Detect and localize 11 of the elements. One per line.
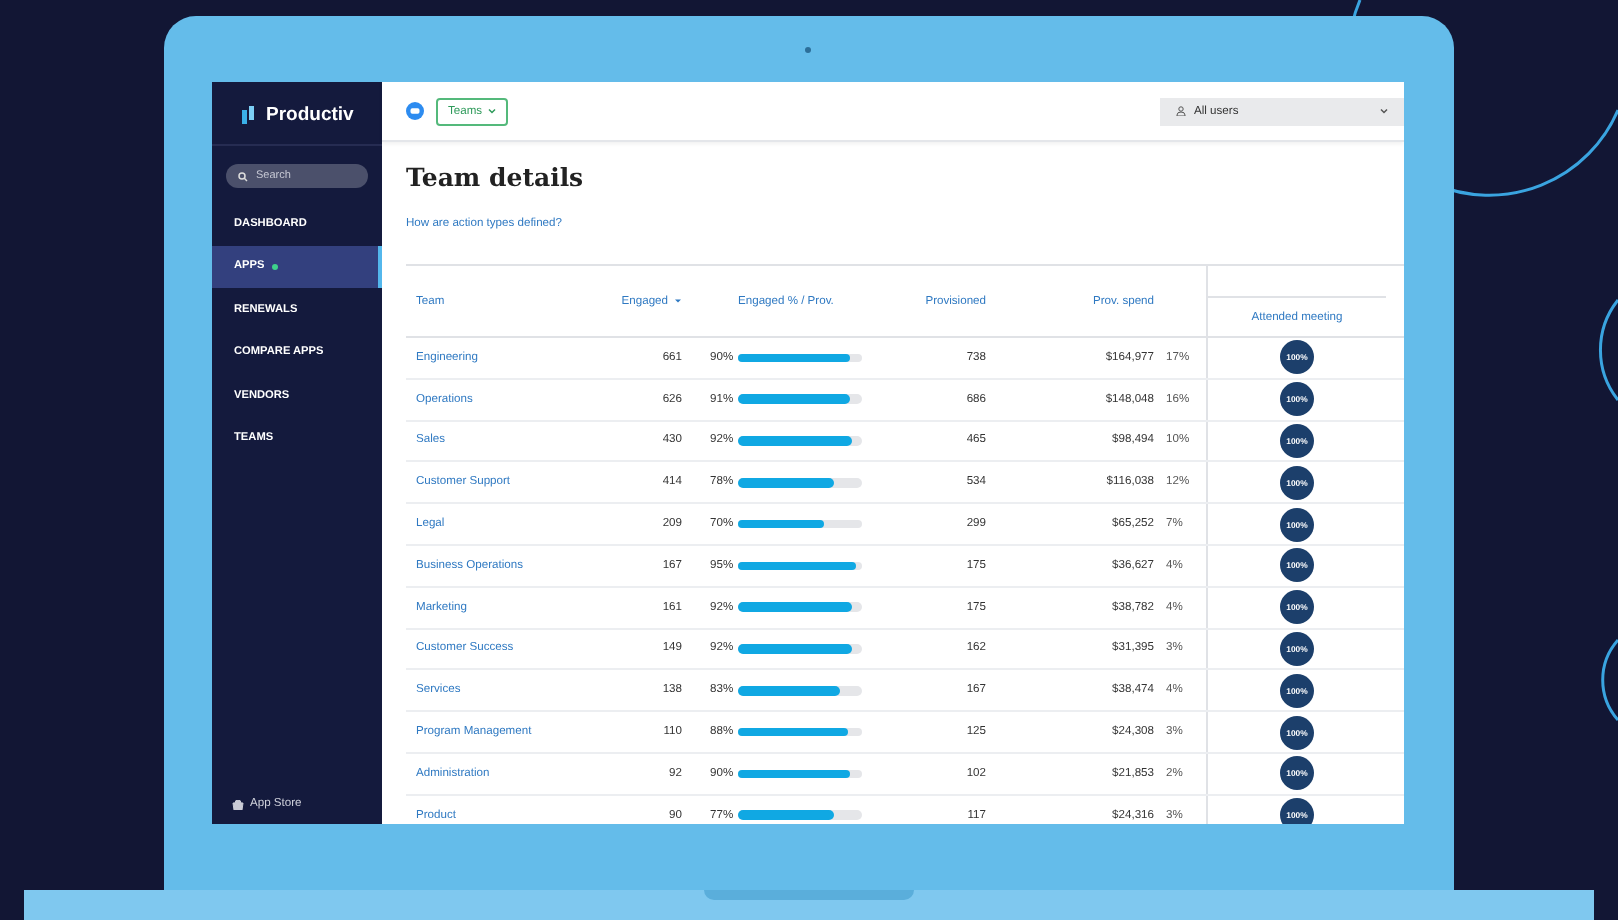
sort-icon: [674, 298, 682, 304]
page-title: Team details: [406, 162, 586, 192]
chevron-icon: [488, 108, 497, 114]
brand-name: Productiv: [266, 104, 354, 126]
search-icon: [238, 171, 248, 181]
store-icon: [232, 799, 244, 809]
chevron-icon: [1380, 108, 1388, 114]
logo-icon: [242, 106, 258, 124]
user-icon: [1176, 106, 1186, 116]
app-icon: [406, 102, 424, 120]
camera-icon: [804, 46, 812, 54]
